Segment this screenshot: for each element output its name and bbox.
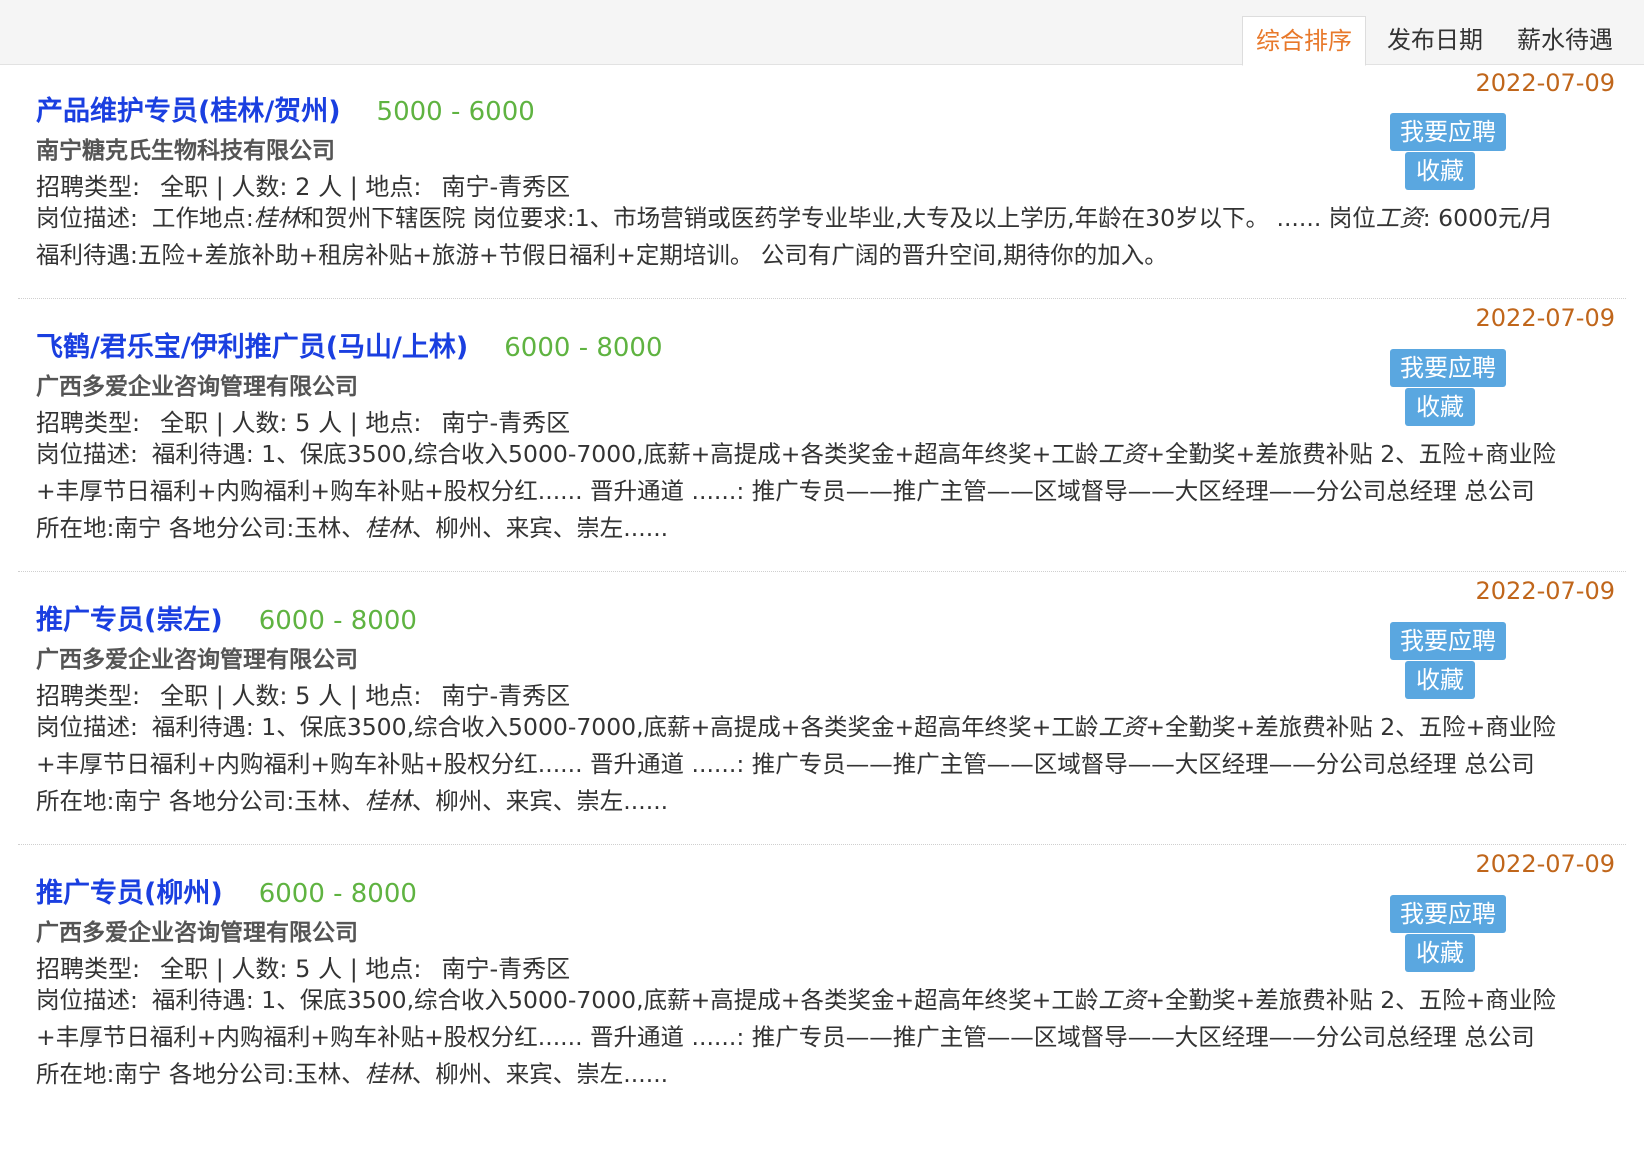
apply-button[interactable]: 我要应聘 (1390, 895, 1506, 933)
job-item: 2022-07-09 我要应聘 收藏 推广专员(柳州) 6000 - 8000 … (18, 845, 1626, 1118)
favorite-button[interactable]: 收藏 (1405, 152, 1475, 190)
job-title-link[interactable]: 推广专员(崇左) (36, 598, 223, 637)
company-name[interactable]: 广西多爱企业咨询管理有限公司 (36, 367, 358, 401)
salary-range: 6000 - 8000 (258, 606, 417, 636)
job-type: 全职 (160, 682, 209, 710)
description-text: 、柳州、来宾、崇左...... (411, 514, 669, 542)
job-list: 2022-07-09 我要应聘 收藏 产品维护专员(桂林/贺州) 5000 - … (18, 65, 1626, 1118)
description-text: 和贺州下辖医院 岗位要求:1、市场营销或医药学专业毕业,大专及以上学历,年龄在3… (300, 204, 1376, 232)
company-name[interactable]: 南宁糖克氏生物科技有限公司 (36, 131, 335, 165)
apply-button[interactable]: 我要应聘 (1390, 622, 1506, 660)
headcount: 5 人 (295, 955, 343, 983)
publish-date: 2022-07-09 (1475, 850, 1615, 878)
job-description: 岗位描述: 福利待遇: 1、保底3500,综合收入5000-7000,底薪+高提成… (36, 436, 1556, 547)
highlight-keyword: 工资 (1375, 204, 1423, 232)
type-label: 招聘类型: (36, 173, 141, 201)
title-row: 推广专员(崇左) 6000 - 8000 (36, 598, 417, 637)
location-label: 地点: (365, 173, 422, 201)
job-item: 2022-07-09 我要应聘 收藏 飞鹤/君乐宝/伊利推广员(马山/上林) 6… (18, 299, 1626, 572)
location-label: 地点: (365, 409, 422, 437)
description-text: 、柳州、来宾、崇左...... (411, 1060, 669, 1088)
location: 南宁-青秀区 (441, 173, 571, 201)
headcount: 5 人 (295, 682, 343, 710)
sort-bar: 综合排序 发布日期 薪水待遇 (0, 0, 1644, 66)
job-meta: 招聘类型: 全职 | 人数: 5 人 | 地点: 南宁-青秀区 (36, 955, 571, 983)
count-label: 人数: (231, 409, 288, 437)
location: 南宁-青秀区 (441, 682, 571, 710)
job-meta: 招聘类型: 全职 | 人数: 5 人 | 地点: 南宁-青秀区 (36, 682, 571, 710)
description-text: 工作地点: (151, 204, 254, 232)
favorite-button[interactable]: 收藏 (1405, 388, 1475, 426)
description-text: 福利待遇: 1、保底3500,综合收入5000-7000,底薪+高提成+各类奖金… (151, 713, 1099, 741)
description-text: 福利待遇: 1、保底3500,综合收入5000-7000,底薪+高提成+各类奖金… (151, 440, 1099, 468)
description-label: 岗位描述: (36, 440, 138, 468)
salary-range: 6000 - 8000 (504, 333, 663, 363)
highlight-keyword: 桂林 (364, 787, 412, 815)
job-meta: 招聘类型: 全职 | 人数: 5 人 | 地点: 南宁-青秀区 (36, 409, 571, 437)
tab-comprehensive-sort[interactable]: 综合排序 (1242, 16, 1366, 66)
company-name[interactable]: 广西多爱企业咨询管理有限公司 (36, 913, 358, 947)
company-name[interactable]: 广西多爱企业咨询管理有限公司 (36, 640, 358, 674)
salary-range: 6000 - 8000 (258, 879, 417, 909)
highlight-keyword: 工资 (1098, 713, 1146, 741)
job-description: 岗位描述: 福利待遇: 1、保底3500,综合收入5000-7000,底薪+高提成… (36, 982, 1556, 1093)
type-label: 招聘类型: (36, 409, 141, 437)
location-label: 地点: (365, 955, 422, 983)
description-label: 岗位描述: (36, 713, 138, 741)
description-label: 岗位描述: (36, 204, 138, 232)
job-type: 全职 (160, 409, 209, 437)
title-row: 产品维护专员(桂林/贺州) 5000 - 6000 (36, 89, 535, 128)
highlight-keyword: 工资 (1098, 986, 1146, 1014)
apply-button[interactable]: 我要应聘 (1390, 113, 1506, 151)
description-label: 岗位描述: (36, 986, 138, 1014)
publish-date: 2022-07-09 (1475, 577, 1615, 605)
type-label: 招聘类型: (36, 955, 141, 983)
tab-salary[interactable]: 薪水待遇 (1504, 16, 1626, 65)
highlight-keyword: 工资 (1098, 440, 1146, 468)
salary-range: 5000 - 6000 (376, 97, 535, 127)
count-label: 人数: (231, 955, 288, 983)
headcount: 5 人 (295, 409, 343, 437)
job-type: 全职 (160, 955, 209, 983)
job-meta: 招聘类型: 全职 | 人数: 2 人 | 地点: 南宁-青秀区 (36, 173, 571, 201)
description-text: 福利待遇: 1、保底3500,综合收入5000-7000,底薪+高提成+各类奖金… (151, 986, 1099, 1014)
location-label: 地点: (365, 682, 422, 710)
highlight-keyword: 桂林 (364, 1060, 412, 1088)
description-text: 、柳州、来宾、崇左...... (411, 787, 669, 815)
highlight-keyword: 桂林 (253, 204, 301, 232)
title-row: 飞鹤/君乐宝/伊利推广员(马山/上林) 6000 - 8000 (36, 325, 663, 364)
count-label: 人数: (231, 682, 288, 710)
publish-date: 2022-07-09 (1475, 304, 1615, 332)
apply-button[interactable]: 我要应聘 (1390, 349, 1506, 387)
highlight-keyword: 桂林 (364, 514, 412, 542)
type-label: 招聘类型: (36, 682, 141, 710)
tab-publish-date[interactable]: 发布日期 (1374, 16, 1496, 65)
sort-tabs: 综合排序 发布日期 薪水待遇 (1242, 16, 1626, 66)
job-type: 全职 (160, 173, 209, 201)
publish-date: 2022-07-09 (1475, 69, 1615, 97)
job-title-link[interactable]: 飞鹤/君乐宝/伊利推广员(马山/上林) (36, 325, 468, 364)
title-row: 推广专员(柳州) 6000 - 8000 (36, 871, 417, 910)
job-item: 2022-07-09 我要应聘 收藏 推广专员(崇左) 6000 - 8000 … (18, 572, 1626, 845)
favorite-button[interactable]: 收藏 (1405, 934, 1475, 972)
job-title-link[interactable]: 推广专员(柳州) (36, 871, 223, 910)
job-title-link[interactable]: 产品维护专员(桂林/贺州) (36, 89, 341, 128)
job-item: 2022-07-09 我要应聘 收藏 产品维护专员(桂林/贺州) 5000 - … (18, 65, 1626, 299)
job-description: 岗位描述: 福利待遇: 1、保底3500,综合收入5000-7000,底薪+高提成… (36, 709, 1556, 820)
favorite-button[interactable]: 收藏 (1405, 661, 1475, 699)
job-description: 岗位描述: 工作地点:桂林和贺州下辖医院 岗位要求:1、市场营销或医药学专业毕业,… (36, 200, 1556, 274)
location: 南宁-青秀区 (441, 955, 571, 983)
headcount: 2 人 (295, 173, 343, 201)
count-label: 人数: (231, 173, 288, 201)
location: 南宁-青秀区 (441, 409, 571, 437)
